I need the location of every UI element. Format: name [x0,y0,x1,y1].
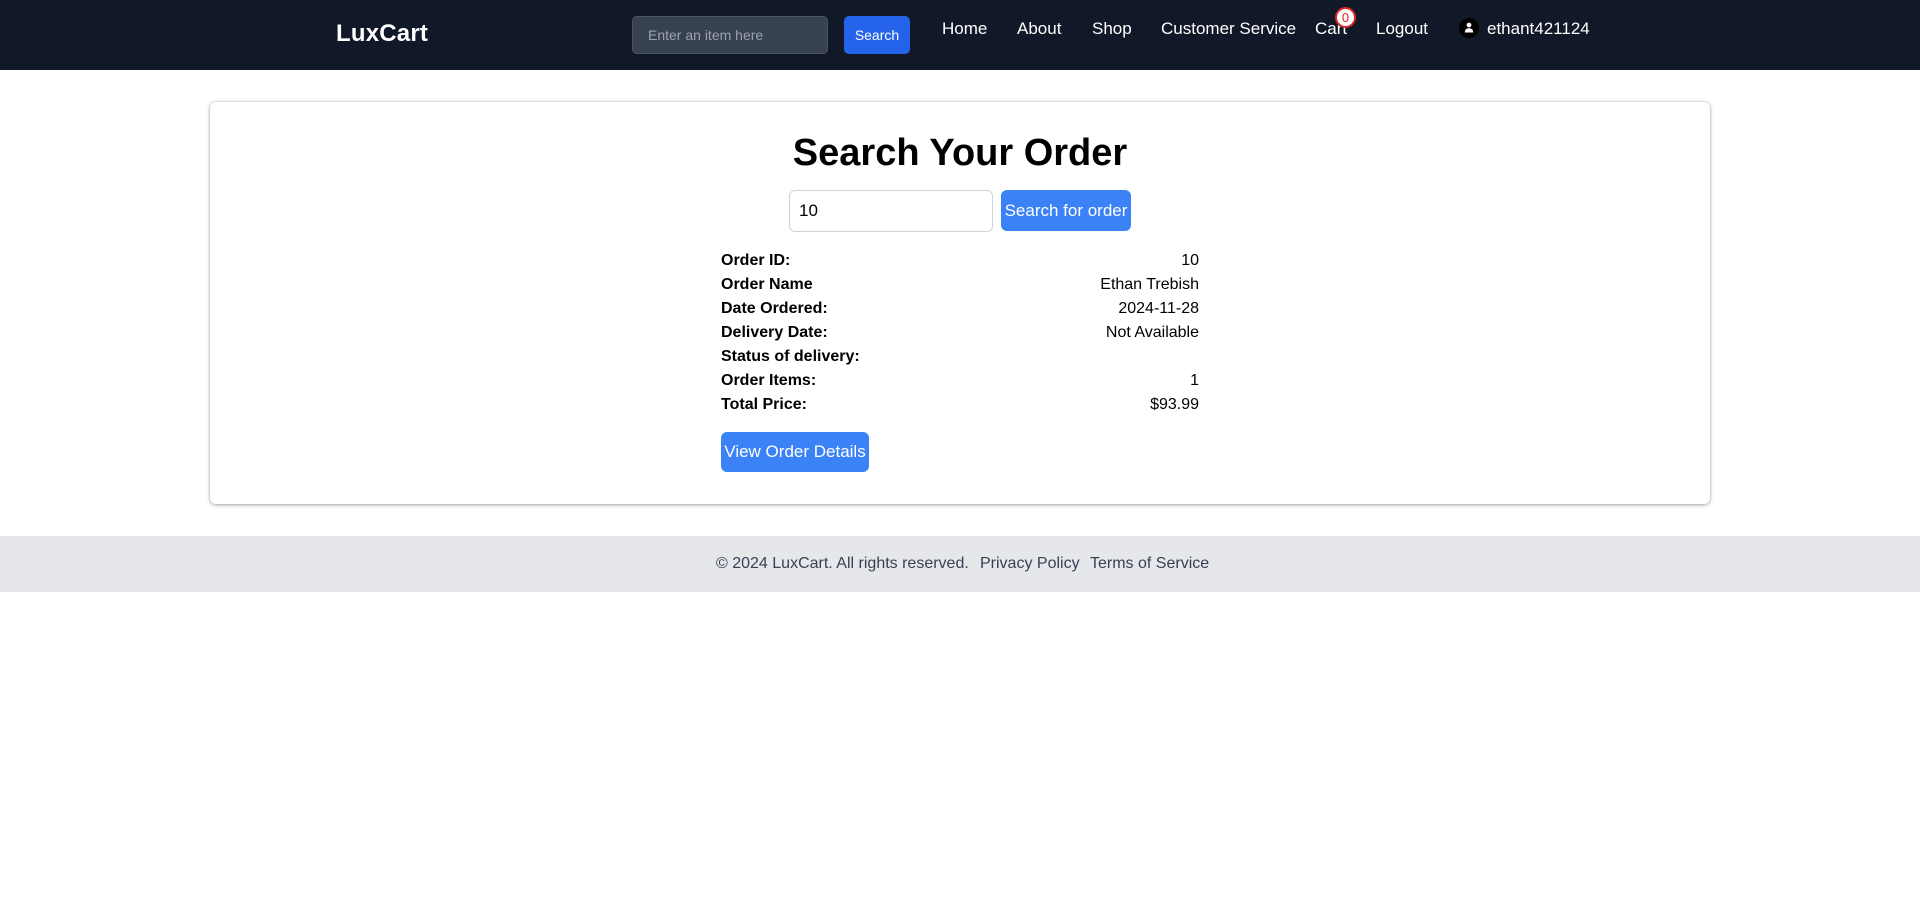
cart-count-badge: 0 [1335,7,1356,28]
nav-shop[interactable]: Shop [1092,19,1132,39]
brand-logo[interactable]: LuxCart [336,20,428,48]
detail-row-total-price: Total Price: $93.99 [721,396,1199,420]
top-navbar: LuxCart Search Home About Shop Customer … [0,0,1920,70]
detail-label: Order Name [721,276,813,293]
detail-value: Ethan Trebish [1100,276,1199,293]
nav-about[interactable]: About [1017,19,1061,39]
nav-username[interactable]: ethant421124 [1487,19,1590,39]
detail-row-date-ordered: Date Ordered: 2024-11-28 [721,300,1199,324]
detail-row-delivery-status: Status of delivery: [721,348,1199,372]
detail-label: Total Price: [721,396,807,413]
detail-row-order-items: Order Items: 1 [721,372,1199,396]
detail-label: Order Items: [721,372,817,389]
detail-value: Not Available [1105,324,1199,341]
footer-privacy-link[interactable]: Privacy Policy [980,555,1080,573]
order-id-input[interactable] [789,190,993,232]
detail-label: Delivery Date: [721,324,828,341]
detail-label: Order ID: [721,252,791,269]
detail-value: 2024-11-28 [1118,300,1199,317]
nav-home[interactable]: Home [942,19,987,39]
detail-row-order-id: Order ID: 10 [721,252,1199,276]
nav-logout[interactable]: Logout [1376,19,1428,39]
detail-value: 1 [1190,372,1199,389]
footer-terms-link[interactable]: Terms of Service [1090,555,1209,573]
nav-customer-service[interactable]: Customer Service [1161,19,1296,39]
detail-row-order-name: Order Name Ethan Trebish [721,276,1199,300]
detail-row-delivery-date: Delivery Date: Not Available [721,324,1199,348]
page-title: Search Your Order [792,132,1128,174]
page-footer: © 2024 LuxCart. All rights reserved. Pri… [0,536,1920,592]
detail-label: Status of delivery: [721,348,860,365]
footer-copyright: © 2024 LuxCart. All rights reserved. [716,555,969,572]
view-order-details-button[interactable]: View Order Details [721,432,869,472]
search-order-button[interactable]: Search for order [1001,190,1131,231]
user-icon[interactable] [1459,18,1479,38]
detail-label: Date Ordered: [721,300,828,317]
item-search-input[interactable] [632,16,828,54]
detail-value: $93.99 [1150,396,1199,413]
item-search-button[interactable]: Search [844,16,910,54]
detail-value: 10 [1181,252,1199,269]
